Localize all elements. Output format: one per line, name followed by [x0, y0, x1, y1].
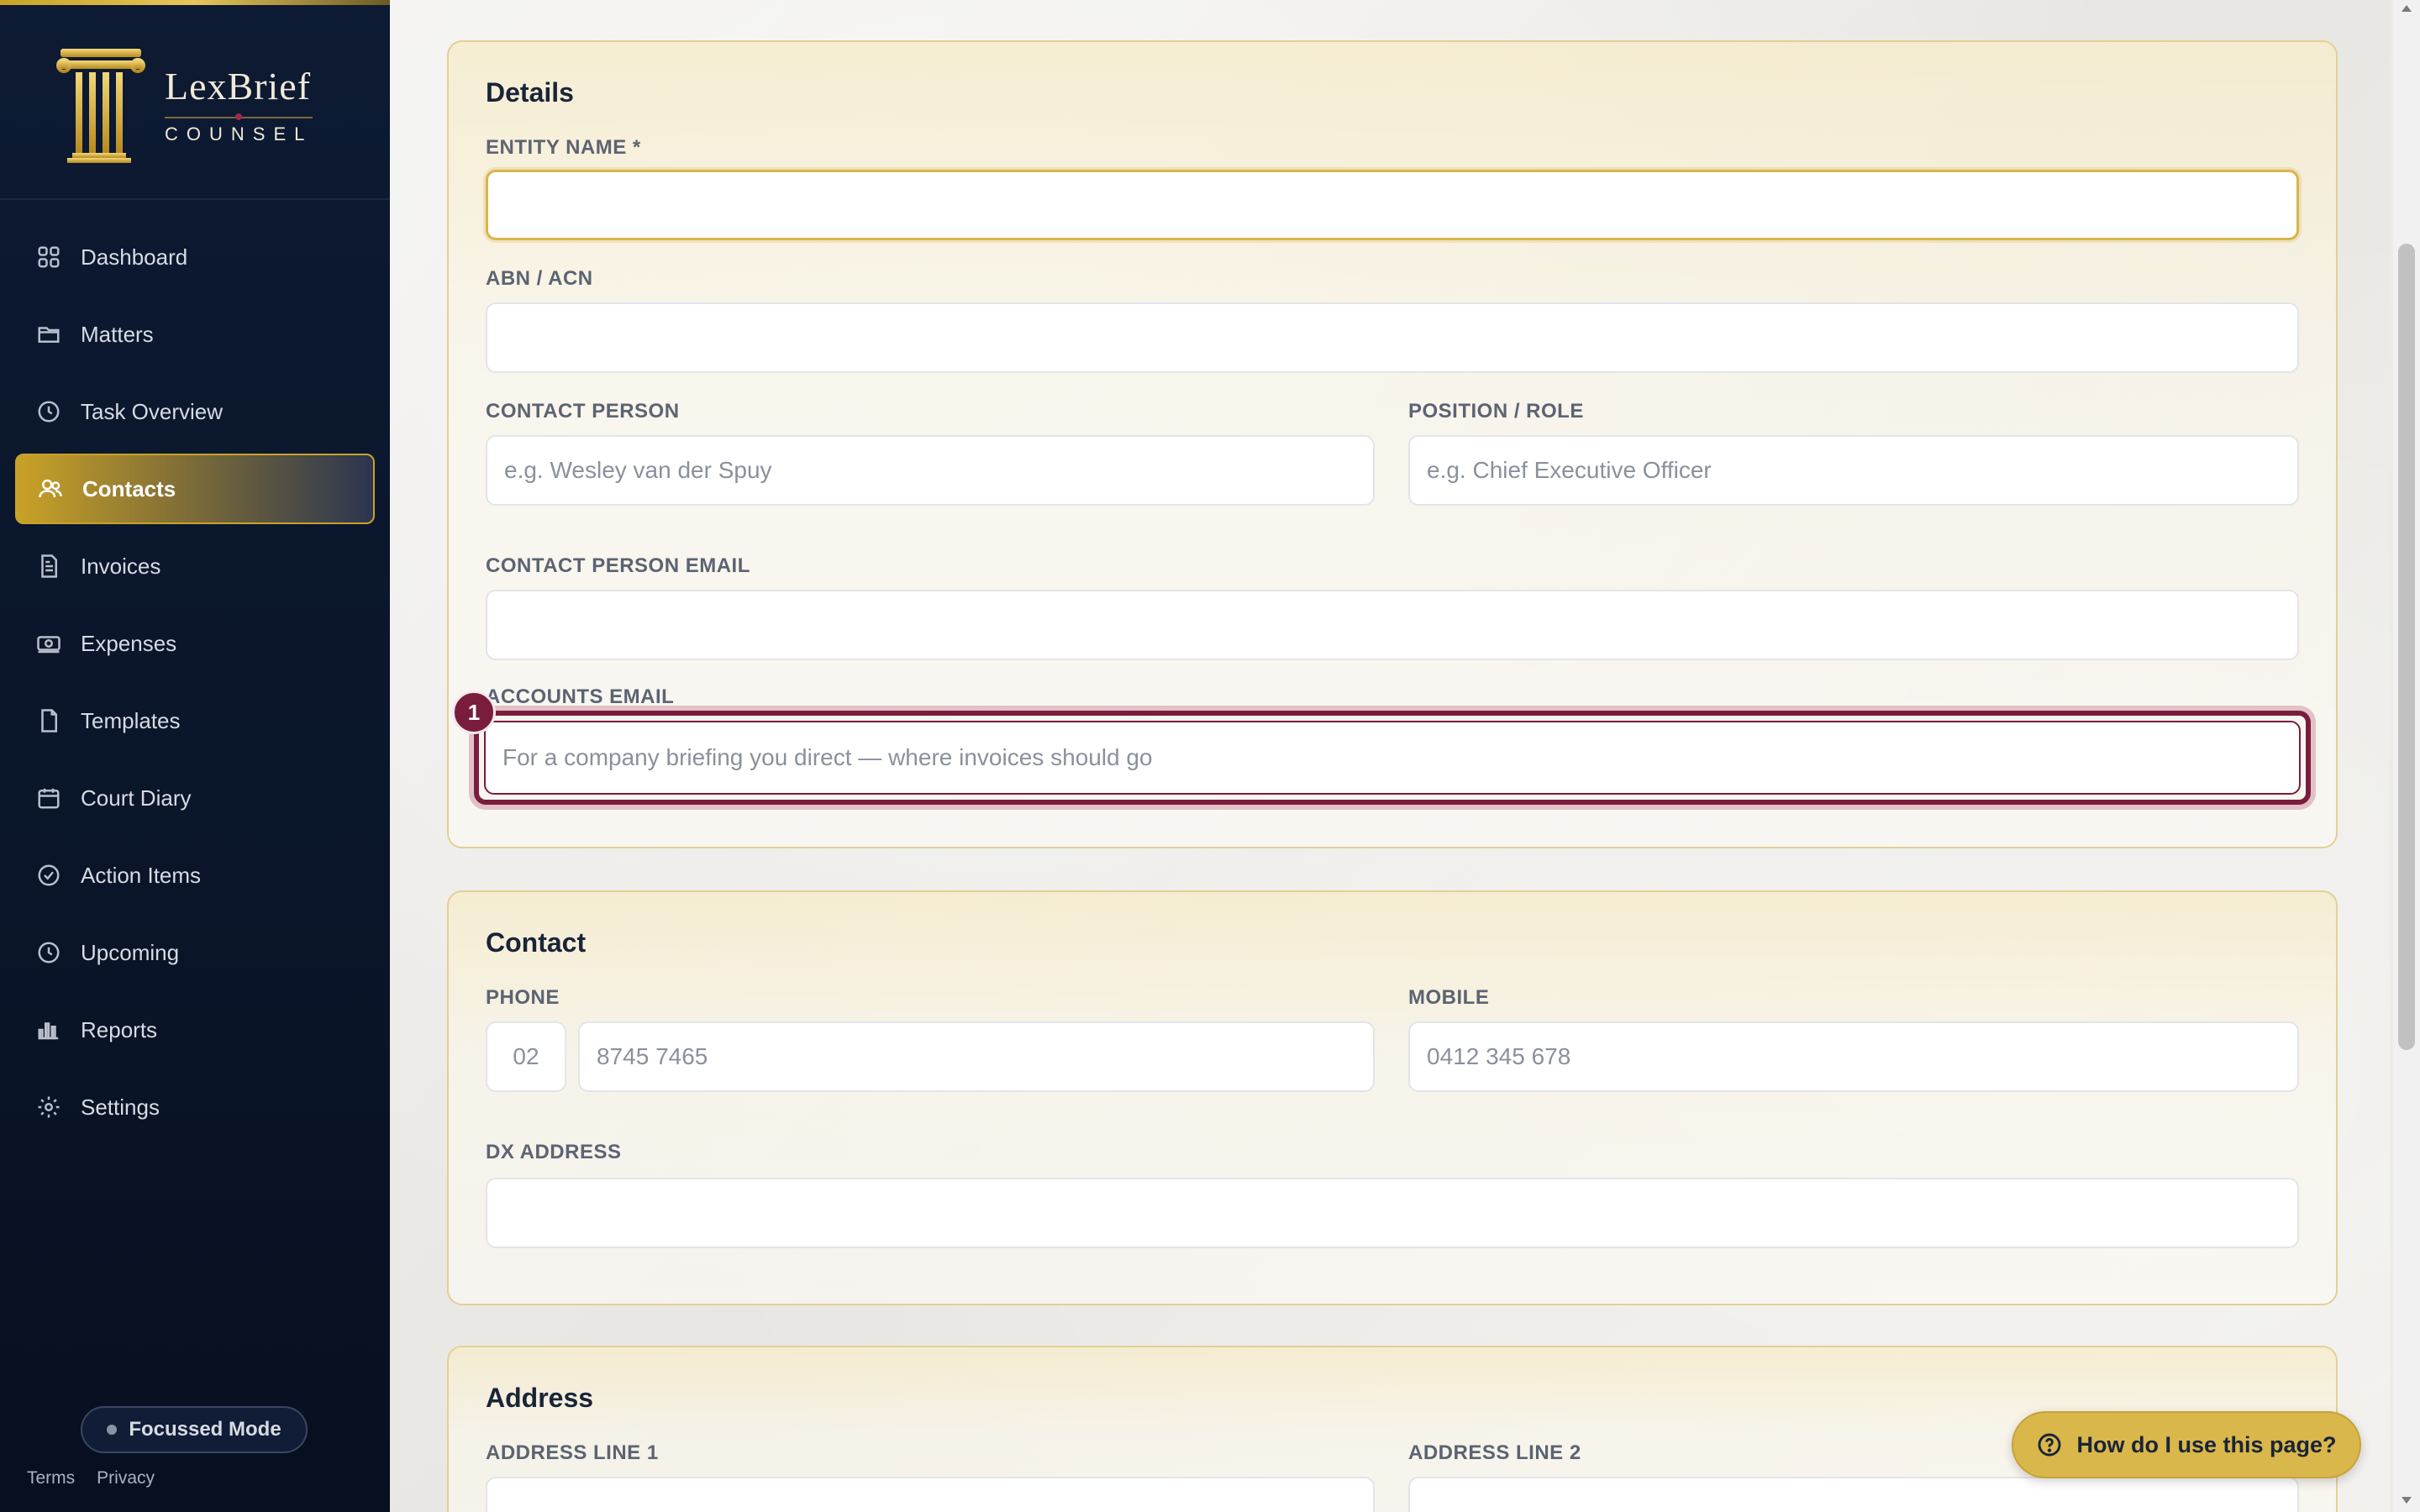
- address-line2-input[interactable]: [1408, 1477, 2299, 1512]
- mobile-label: MOBILE: [1408, 986, 1490, 1009]
- dx-address-label: DX ADDRESS: [486, 1141, 622, 1163]
- gear-icon: [35, 1094, 62, 1121]
- sidebar: LexBrief COUNSEL Dashboard Matters Task …: [0, 0, 390, 1512]
- contact-person-input[interactable]: [486, 435, 1375, 506]
- footer-links: Terms Privacy: [27, 1468, 155, 1488]
- file-icon: [35, 707, 62, 734]
- question-circle-icon: [2039, 1433, 2061, 1457]
- scroll-down-arrow-icon[interactable]: [2402, 1497, 2412, 1504]
- scroll-up-arrow-icon[interactable]: [2402, 5, 2412, 12]
- clock-icon: [35, 398, 62, 425]
- abn-input[interactable]: [486, 302, 2299, 373]
- sidebar-item-label: Upcoming: [81, 939, 180, 965]
- users-icon: [37, 475, 64, 502]
- sidebar-item-matters[interactable]: Matters: [15, 299, 375, 370]
- step-badge: 1: [452, 690, 496, 734]
- entity-name-input[interactable]: [486, 170, 2299, 240]
- sidebar-item-invoices[interactable]: Invoices: [15, 531, 375, 601]
- pillar-logo-icon: [56, 49, 145, 163]
- address-line2-label: ADDRESS LINE 2: [1408, 1441, 1581, 1464]
- entity-name-label: ENTITY NAME *: [486, 136, 641, 159]
- sidebar-item-templates[interactable]: Templates: [15, 685, 375, 756]
- contact-card: Contact PHONE MOBILE DX ADDRESS: [447, 890, 2338, 1305]
- dx-address-input[interactable]: [486, 1178, 2299, 1248]
- position-label: POSITION / ROLE: [1408, 400, 1584, 423]
- dashboard-icon: [35, 244, 62, 270]
- phone-area-input[interactable]: [486, 1021, 566, 1092]
- terms-link[interactable]: Terms: [27, 1468, 75, 1488]
- brand-logo-block[interactable]: LexBrief COUNSEL: [55, 42, 341, 168]
- sidebar-item-dashboard[interactable]: Dashboard: [15, 222, 375, 292]
- details-card: Details ENTITY NAME * ABN / ACN CONTACT …: [447, 40, 2338, 848]
- help-button[interactable]: How do I use this page?: [2012, 1411, 2361, 1478]
- clock-icon: [35, 939, 62, 966]
- sidebar-item-label: Invoices: [81, 553, 161, 579]
- contact-email-input[interactable]: [486, 590, 2299, 660]
- sidebar-item-label: Dashboard: [81, 244, 188, 270]
- focussed-mode-label: Focussed Mode: [129, 1418, 281, 1441]
- document-icon: [35, 553, 62, 580]
- mobile-input[interactable]: [1408, 1021, 2299, 1092]
- brand-subtitle: COUNSEL: [165, 113, 313, 145]
- privacy-link[interactable]: Privacy: [97, 1468, 155, 1488]
- help-button-label: How do I use this page?: [2076, 1431, 2337, 1457]
- contact-email-label: CONTACT PERSON EMAIL: [486, 554, 750, 577]
- address-line1-input[interactable]: [486, 1477, 1375, 1512]
- money-icon: [35, 630, 62, 657]
- sidebar-item-contacts[interactable]: Contacts: [15, 454, 375, 524]
- sidebar-item-label: Contacts: [82, 475, 176, 501]
- contact-person-label: CONTACT PERSON: [486, 400, 680, 423]
- address-title: Address: [486, 1383, 594, 1413]
- calendar-icon: [35, 785, 62, 811]
- folder-icon: [35, 321, 62, 348]
- address-line1-label: ADDRESS LINE 1: [486, 1441, 659, 1464]
- contact-title: Contact: [486, 927, 587, 958]
- sidebar-item-label: Settings: [81, 1094, 160, 1120]
- sidebar-item-label: Expenses: [81, 630, 177, 656]
- abn-label: ABN / ACN: [486, 267, 593, 290]
- status-dot-icon: [107, 1425, 118, 1435]
- scroll-thumb[interactable]: [2398, 244, 2415, 1050]
- sidebar-item-label: Templates: [81, 707, 181, 733]
- sidebar-item-settings[interactable]: Settings: [15, 1072, 375, 1142]
- sidebar-item-reports[interactable]: Reports: [15, 995, 375, 1065]
- focussed-mode-button[interactable]: Focussed Mode: [81, 1406, 308, 1453]
- sidebar-item-label: Matters: [81, 321, 154, 347]
- sidebar-accent-bar: [0, 0, 390, 5]
- phone-label: PHONE: [486, 986, 560, 1009]
- sidebar-item-expenses[interactable]: Expenses: [15, 608, 375, 679]
- details-title: Details: [486, 77, 574, 108]
- sidebar-item-label: Reports: [81, 1016, 158, 1042]
- position-input[interactable]: [1408, 435, 2299, 506]
- scrollbar[interactable]: [2393, 0, 2420, 1512]
- sidebar-item-upcoming[interactable]: Upcoming: [15, 917, 375, 988]
- sidebar-item-court-diary[interactable]: Court Diary: [15, 763, 375, 833]
- sidebar-item-action-items[interactable]: Action Items: [15, 840, 375, 911]
- brand-name: LexBrief: [165, 65, 312, 108]
- sidebar-item-label: Task Overview: [81, 398, 224, 424]
- accounts-email-input[interactable]: [484, 721, 2301, 795]
- sidebar-item-label: Action Items: [81, 862, 202, 888]
- bar-chart-icon: [35, 1016, 62, 1043]
- sidebar-item-label: Court Diary: [81, 785, 192, 811]
- sidebar-item-task-overview[interactable]: Task Overview: [15, 376, 375, 447]
- sidebar-divider: [0, 198, 390, 200]
- accounts-email-label: ACCOUNTS EMAIL: [486, 685, 675, 708]
- phone-number-input[interactable]: [578, 1021, 1375, 1092]
- check-circle-icon: [35, 862, 62, 889]
